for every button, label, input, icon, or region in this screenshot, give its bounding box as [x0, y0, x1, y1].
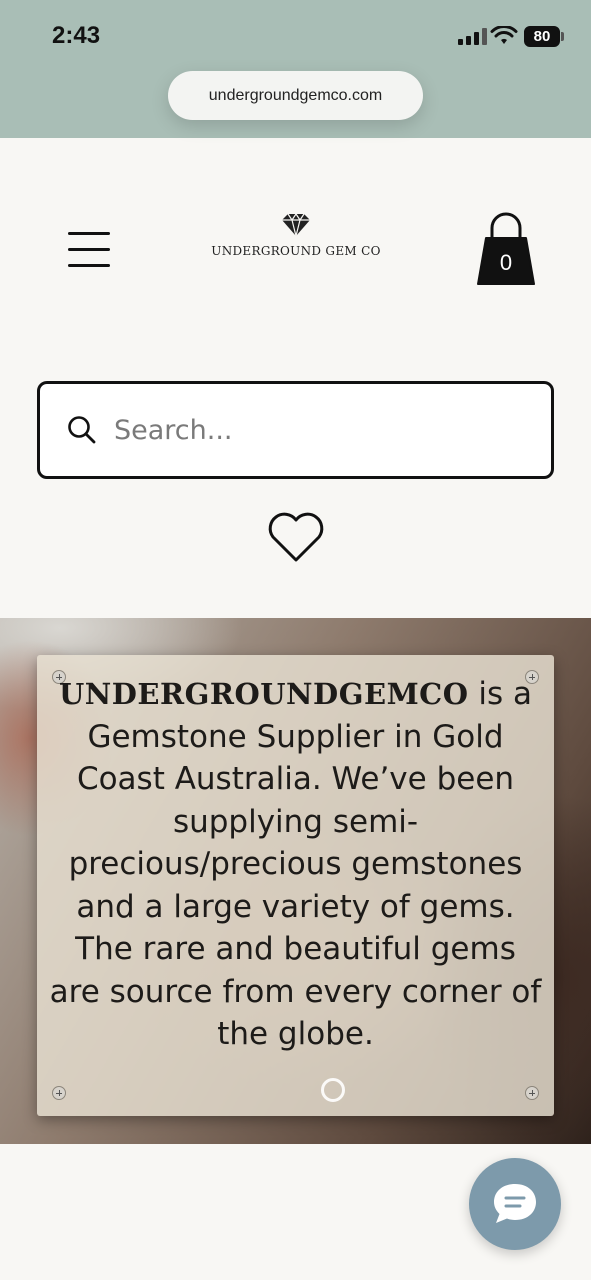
status-time: 2:43	[52, 22, 101, 49]
search-icon[interactable]	[67, 415, 97, 445]
battery-tip	[561, 32, 564, 41]
about-text: UNDERGROUNDGEMCO is a Gemstone Supplier …	[47, 673, 544, 1056]
chat-button[interactable]	[469, 1158, 561, 1250]
site-logo[interactable]: UNDERGROUND GEM CO	[200, 212, 392, 272]
brand-name: UNDERGROUNDGEMCO	[58, 677, 469, 711]
diamond-icon	[282, 212, 310, 237]
cellular-signal-icon	[458, 28, 487, 45]
search-input[interactable]	[114, 414, 514, 446]
loading-indicator	[321, 1078, 345, 1102]
url-bar[interactable]: undergroundgemco.com	[168, 71, 423, 120]
hero-section: UNDERGROUNDGEMCO is a Gemstone Supplier …	[0, 618, 591, 1144]
about-body: is a Gemstone Supplier in Gold Coast Aus…	[49, 676, 542, 1052]
about-plaque: UNDERGROUNDGEMCO is a Gemstone Supplier …	[37, 655, 554, 1116]
status-bar: 2:43 80 undergroundgemco.com	[0, 0, 591, 138]
screw-icon	[52, 1086, 66, 1100]
hamburger-menu-icon[interactable]	[68, 230, 112, 270]
battery-icon: 80	[524, 26, 560, 47]
search-bar[interactable]	[37, 381, 554, 479]
logo-text: UNDERGROUND GEM CO	[211, 244, 381, 258]
battery-level: 80	[533, 28, 551, 45]
chat-bubble-icon	[494, 1184, 536, 1223]
cart-button[interactable]: 0	[476, 212, 536, 288]
cart-count: 0	[499, 250, 513, 275]
screw-icon	[525, 1086, 539, 1100]
heart-icon[interactable]	[266, 508, 326, 564]
wifi-icon	[490, 26, 518, 44]
